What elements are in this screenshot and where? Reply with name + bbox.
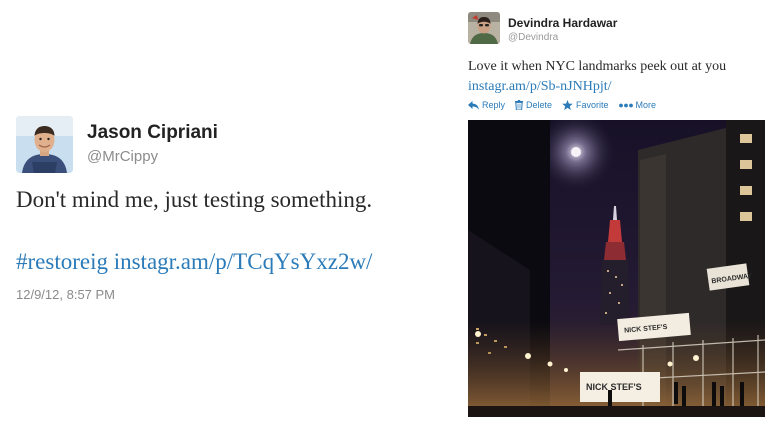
tweet-actions: Reply Delete Favorite More (468, 100, 656, 110)
tweet-card-right: Devindra Hardawar @Devindra Love it when… (468, 12, 768, 422)
delete-button[interactable]: Delete (515, 100, 552, 110)
tweet-links: #restoreig instagr.am/p/TCqYsYxz2w/ (16, 249, 372, 275)
person-avatar-icon (468, 12, 500, 44)
instagram-link[interactable]: instagr.am/p/Sb-nJNHpjt/ (468, 77, 768, 97)
reply-icon (468, 100, 479, 110)
more-label: More (635, 100, 657, 110)
timestamp[interactable]: 12/9/12, 8:57 PM (16, 287, 115, 302)
trash-icon (515, 100, 524, 110)
author-name[interactable]: Jason Cipriani (87, 122, 218, 144)
more-dots-icon (618, 103, 633, 107)
favorite-label: Favorite (576, 100, 609, 110)
star-icon (562, 100, 573, 110)
favorite-button[interactable]: Favorite (562, 100, 609, 110)
store-sign-bottom-text: NICK STEF'S (586, 382, 642, 392)
more-button[interactable]: More (618, 100, 657, 110)
tweet-text: Don't mind me, just testing something. (16, 187, 373, 212)
author-handle[interactable]: @MrCippy (87, 148, 158, 165)
reply-button[interactable]: Reply (468, 100, 505, 110)
author-name[interactable]: Devindra Hardawar (508, 16, 617, 30)
tweet-photo[interactable]: BROADWAY NICK STEF'S NICK STEF'S (468, 120, 765, 417)
delete-label: Delete (526, 100, 553, 110)
person-avatar-icon (16, 116, 73, 173)
nyc-night-photo: BROADWAY NICK STEF'S NICK STEF'S (468, 120, 765, 417)
instagram-link[interactable]: instagr.am/p/TCqYsYxz2w/ (114, 249, 373, 274)
tweet-text-body: Love it when NYC landmarks peek out at y… (468, 59, 727, 74)
avatar[interactable] (468, 12, 500, 44)
tweet-text: Love it when NYC landmarks peek out at y… (468, 57, 768, 97)
avatar[interactable] (16, 116, 73, 173)
hashtag-link[interactable]: #restoreig (16, 249, 108, 274)
reply-label: Reply (482, 100, 506, 110)
author-handle[interactable]: @Devindra (508, 32, 558, 43)
